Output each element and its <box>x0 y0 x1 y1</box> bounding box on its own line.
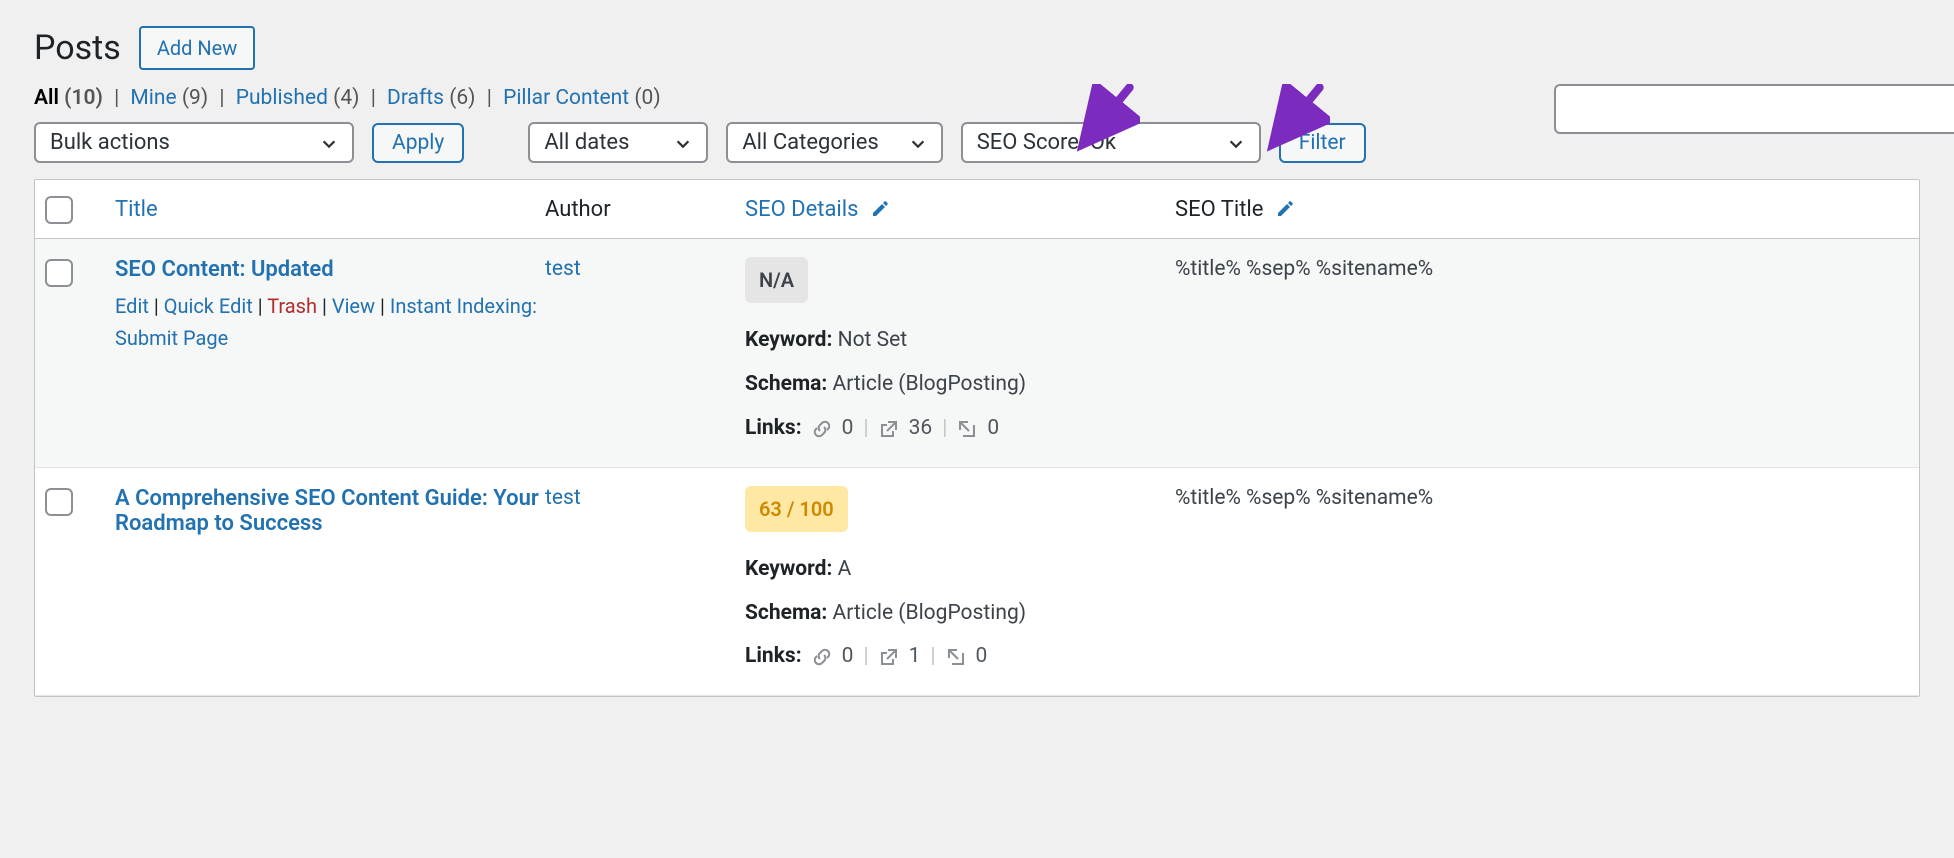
author-link[interactable]: test <box>545 257 581 281</box>
seo-score-badge: 63 / 100 <box>745 486 848 532</box>
highlight-arrow-seo-score <box>1070 84 1140 154</box>
view-drafts[interactable]: Drafts (6) <box>387 86 475 110</box>
view-all[interactable]: All (10) <box>34 86 103 110</box>
chevron-down-icon <box>320 134 338 152</box>
search-input-partial[interactable] <box>1554 84 1954 134</box>
seo-keyword: Keyword: A <box>745 550 1175 590</box>
chevron-down-icon <box>909 134 927 152</box>
link-incoming-icon <box>957 419 977 439</box>
chevron-down-icon <box>674 134 692 152</box>
seo-links: Links: 0 | 1 | 0 <box>745 637 1175 677</box>
bulk-actions-select[interactable]: Bulk actions <box>34 122 354 163</box>
view-published[interactable]: Published (4) <box>236 86 360 110</box>
column-seo-details[interactable]: SEO Details <box>745 197 1175 222</box>
row-checkbox[interactable] <box>45 488 73 516</box>
apply-button[interactable]: Apply <box>372 123 464 163</box>
link-external-icon <box>879 419 899 439</box>
view-pillar-content[interactable]: Pillar Content (0) <box>503 86 661 110</box>
seo-keyword: Keyword: Not Set <box>745 321 1175 361</box>
posts-table: Title Author SEO Details SEO Title SEO C… <box>34 179 1920 697</box>
page-title: Posts <box>34 28 121 68</box>
quick-edit-link[interactable]: Quick Edit <box>164 294 253 318</box>
table-row: SEO Content: Updated Edit | Quick Edit |… <box>35 239 1919 468</box>
add-new-button[interactable]: Add New <box>139 26 255 70</box>
row-actions: Edit | Quick Edit | Trash | View | Insta… <box>115 290 545 354</box>
trash-link[interactable]: Trash <box>267 294 317 318</box>
link-external-icon <box>879 647 899 667</box>
chevron-down-icon <box>1227 134 1245 152</box>
date-filter-select[interactable]: All dates <box>528 122 708 163</box>
column-title[interactable]: Title <box>115 197 545 222</box>
column-author: Author <box>545 197 745 222</box>
table-header: Title Author SEO Details SEO Title <box>35 180 1919 239</box>
seo-title-value: %title% %sep% %sitename% <box>1175 257 1909 281</box>
seo-title-value: %title% %sep% %sitename% <box>1175 486 1909 510</box>
column-seo-title: SEO Title <box>1175 197 1909 222</box>
select-all-checkbox[interactable] <box>45 196 73 224</box>
view-mine[interactable]: Mine (9) <box>130 86 208 110</box>
row-checkbox[interactable] <box>45 259 73 287</box>
post-title-link[interactable]: A Comprehensive SEO Content Guide: Your … <box>115 486 545 536</box>
link-internal-icon <box>812 419 832 439</box>
category-filter-select[interactable]: All Categories <box>726 122 942 163</box>
edit-link[interactable]: Edit <box>115 294 149 318</box>
seo-schema: Schema: Article (BlogPosting) <box>745 365 1175 405</box>
highlight-arrow-filter <box>1260 84 1330 154</box>
pencil-icon[interactable] <box>1275 199 1295 219</box>
post-title-link[interactable]: SEO Content: Updated <box>115 257 545 282</box>
link-internal-icon <box>812 647 832 667</box>
author-link[interactable]: test <box>545 486 581 510</box>
seo-links: Links: 0 | 36 | 0 <box>745 409 1175 449</box>
view-link[interactable]: View <box>332 294 375 318</box>
pencil-icon[interactable] <box>870 199 890 219</box>
seo-score-badge: N/A <box>745 257 808 303</box>
table-row: A Comprehensive SEO Content Guide: Your … <box>35 468 1919 697</box>
link-incoming-icon <box>946 647 966 667</box>
seo-schema: Schema: Article (BlogPosting) <box>745 594 1175 634</box>
